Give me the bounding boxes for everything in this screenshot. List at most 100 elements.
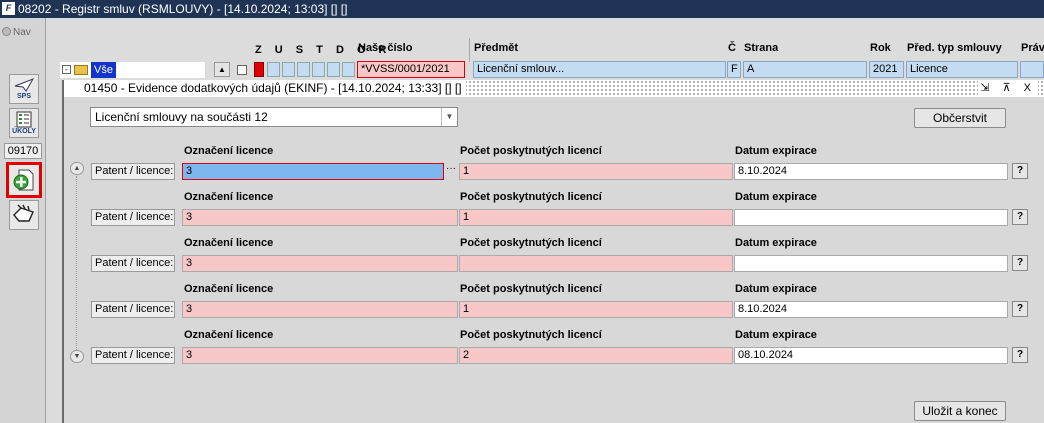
checklist-icon <box>16 111 32 128</box>
header-typ-smlouvy: Před. typ smlouvy <box>907 42 1002 54</box>
app-title-bar: F 08202 - Registr smluv (RSMLOUVY) - [14… <box>0 0 1044 18</box>
left-toolbar: Nav SPS ÚKOLY 09170 <box>0 18 46 423</box>
records-scrollbar[interactable]: ▲ ▼ <box>70 162 86 363</box>
chevron-down-icon[interactable]: ▼ <box>441 108 457 126</box>
help-button[interactable]: ? <box>1012 347 1028 363</box>
hand-icon <box>13 204 34 222</box>
new-document-plus-icon <box>13 169 34 191</box>
nav-toggle[interactable]: Nav <box>2 27 31 38</box>
row-label: Patent / licence: <box>91 255 175 272</box>
folder-icon <box>74 65 88 75</box>
paper-plane-icon <box>14 78 34 92</box>
scroll-track[interactable] <box>76 176 77 350</box>
help-button[interactable]: ? <box>1012 301 1028 317</box>
typ-smlouvy-field[interactable]: Licence <box>906 61 1018 78</box>
help-button[interactable]: ? <box>1012 209 1028 225</box>
oznaceni-licence-input[interactable]: 3 <box>182 301 458 318</box>
dialog-title: 01450 - Evidence dodatkových údajů (EKIN… <box>64 80 466 97</box>
sps-button[interactable]: SPS <box>9 74 39 104</box>
pocet-licenci-input[interactable]: 1 <box>459 301 733 318</box>
nase-cislo-field[interactable]: *VVSS/0001/2021 <box>357 61 465 78</box>
strana-field[interactable]: A <box>743 61 867 78</box>
header-prav: Práv <box>1021 42 1044 54</box>
window-controls-icon[interactable]: ⇲ ⊼ X <box>978 80 1038 97</box>
header-oznaceni-licence: Označení licence <box>184 283 274 295</box>
help-button[interactable]: ? <box>1012 163 1028 179</box>
header-nase-cislo: Naše číslo <box>358 42 413 54</box>
header-pocet-licenci: Počet poskytnutých licencí <box>460 283 602 295</box>
header-rok: Rok <box>870 42 891 54</box>
ekinf-dialog: 01450 - Evidence dodatkových údajů (EKIN… <box>62 80 1044 423</box>
flag-d[interactable] <box>312 62 325 77</box>
datum-expirace-input[interactable]: 8.10.2024 <box>734 301 1008 318</box>
tree-item-all[interactable]: Vše <box>91 62 116 78</box>
pocet-licenci-input[interactable]: 2 <box>459 347 733 364</box>
header-datum-expirace: Datum expirace <box>735 283 817 295</box>
row-label: Patent / licence: <box>91 301 175 318</box>
header-c: Č <box>728 42 736 54</box>
header-oznaceni-licence: Označení licence <box>184 191 274 203</box>
contract-type-value: Licenční smlouvy na součásti 12 <box>95 110 268 124</box>
help-button[interactable]: ? <box>1012 255 1028 271</box>
pocet-licenci-input[interactable]: 1 <box>459 209 733 226</box>
nav-label: Nav <box>13 27 31 38</box>
tree-view[interactable]: - Vše <box>60 62 205 78</box>
pocet-licenci-input[interactable] <box>459 255 733 272</box>
lookup-dots-icon[interactable]: ··· <box>444 163 458 180</box>
prav-field[interactable] <box>1020 61 1044 78</box>
radio-icon <box>2 27 11 36</box>
dialog-title-bar[interactable]: 01450 - Evidence dodatkových údajů (EKIN… <box>64 80 1044 97</box>
header-datum-expirace: Datum expirace <box>735 237 817 249</box>
datum-expirace-input[interactable] <box>734 209 1008 226</box>
header-datum-expirace: Datum expirace <box>735 145 817 157</box>
save-and-close-button[interactable]: Uložit a konec <box>914 401 1006 421</box>
row-label: Patent / licence: <box>91 209 175 226</box>
column-divider <box>469 38 470 62</box>
pocet-licenci-input[interactable]: 1 <box>459 163 733 180</box>
header-pocet-licenci: Počet poskytnutých licencí <box>460 145 602 157</box>
flag-o[interactable] <box>327 62 340 77</box>
header-datum-expirace: Datum expirace <box>735 329 817 341</box>
tree-expand-icon[interactable]: - <box>62 65 71 74</box>
datum-expirace-input[interactable]: 8.10.2024 <box>734 163 1008 180</box>
rok-field[interactable]: 2021 <box>869 61 904 78</box>
status-flag-red <box>254 62 264 77</box>
contract-type-select[interactable]: Licenční smlouvy na součásti 12 ▼ <box>90 107 458 127</box>
oznaceni-licence-input[interactable]: 3 <box>182 163 444 180</box>
scroll-down-icon[interactable]: ▼ <box>70 350 84 363</box>
header-datum-expirace: Datum expirace <box>735 191 817 203</box>
row-label: Patent / licence: <box>91 163 175 180</box>
scroll-up-icon[interactable]: ▲ <box>70 162 84 175</box>
ukoly-label: ÚKOLY <box>12 128 36 135</box>
flag-r[interactable] <box>342 62 355 77</box>
header-oznaceni-licence: Označení licence <box>184 329 274 341</box>
header-pocet-licenci: Počet poskytnutých licencí <box>460 191 602 203</box>
flag-s[interactable] <box>282 62 295 77</box>
row-checkbox[interactable] <box>237 65 247 75</box>
flag-t[interactable] <box>297 62 310 77</box>
app-title: 08202 - Registr smluv (RSMLOUVY) - [14.1… <box>18 2 348 16</box>
flag-u[interactable] <box>267 62 280 77</box>
oznaceni-licence-input[interactable]: 3 <box>182 347 458 364</box>
new-record-button[interactable] <box>6 162 42 198</box>
datum-expirace-input[interactable]: 08.10.2024 <box>734 347 1008 364</box>
row-label: Patent / licence: <box>91 347 175 364</box>
datum-expirace-input[interactable] <box>734 255 1008 272</box>
header-pocet-licenci: Počet poskytnutých licencí <box>460 237 602 249</box>
ukoly-button[interactable]: ÚKOLY <box>9 108 39 138</box>
refresh-button[interactable]: Občerstvit <box>914 108 1006 128</box>
form-code-label: 09170 <box>4 143 42 159</box>
predmet-field[interactable]: Licenční smlouv... <box>473 61 726 78</box>
header-strana: Strana <box>744 42 779 54</box>
hand-tool-button[interactable] <box>9 200 39 230</box>
header-predmet: Předmět <box>474 42 519 54</box>
c-field[interactable]: F <box>727 61 741 78</box>
sps-label: SPS <box>16 93 31 100</box>
header-pocet-licenci: Počet poskytnutých licencí <box>460 329 602 341</box>
oznaceni-licence-input[interactable]: 3 <box>182 209 458 226</box>
header-oznaceni-licence: Označení licence <box>184 145 274 157</box>
oznaceni-licence-input[interactable]: 3 <box>182 255 458 272</box>
header-oznaceni-licence: Označení licence <box>184 237 274 249</box>
parent-scroll-up-icon[interactable]: ▲ <box>214 62 230 77</box>
app-logo-icon: F <box>2 2 15 15</box>
